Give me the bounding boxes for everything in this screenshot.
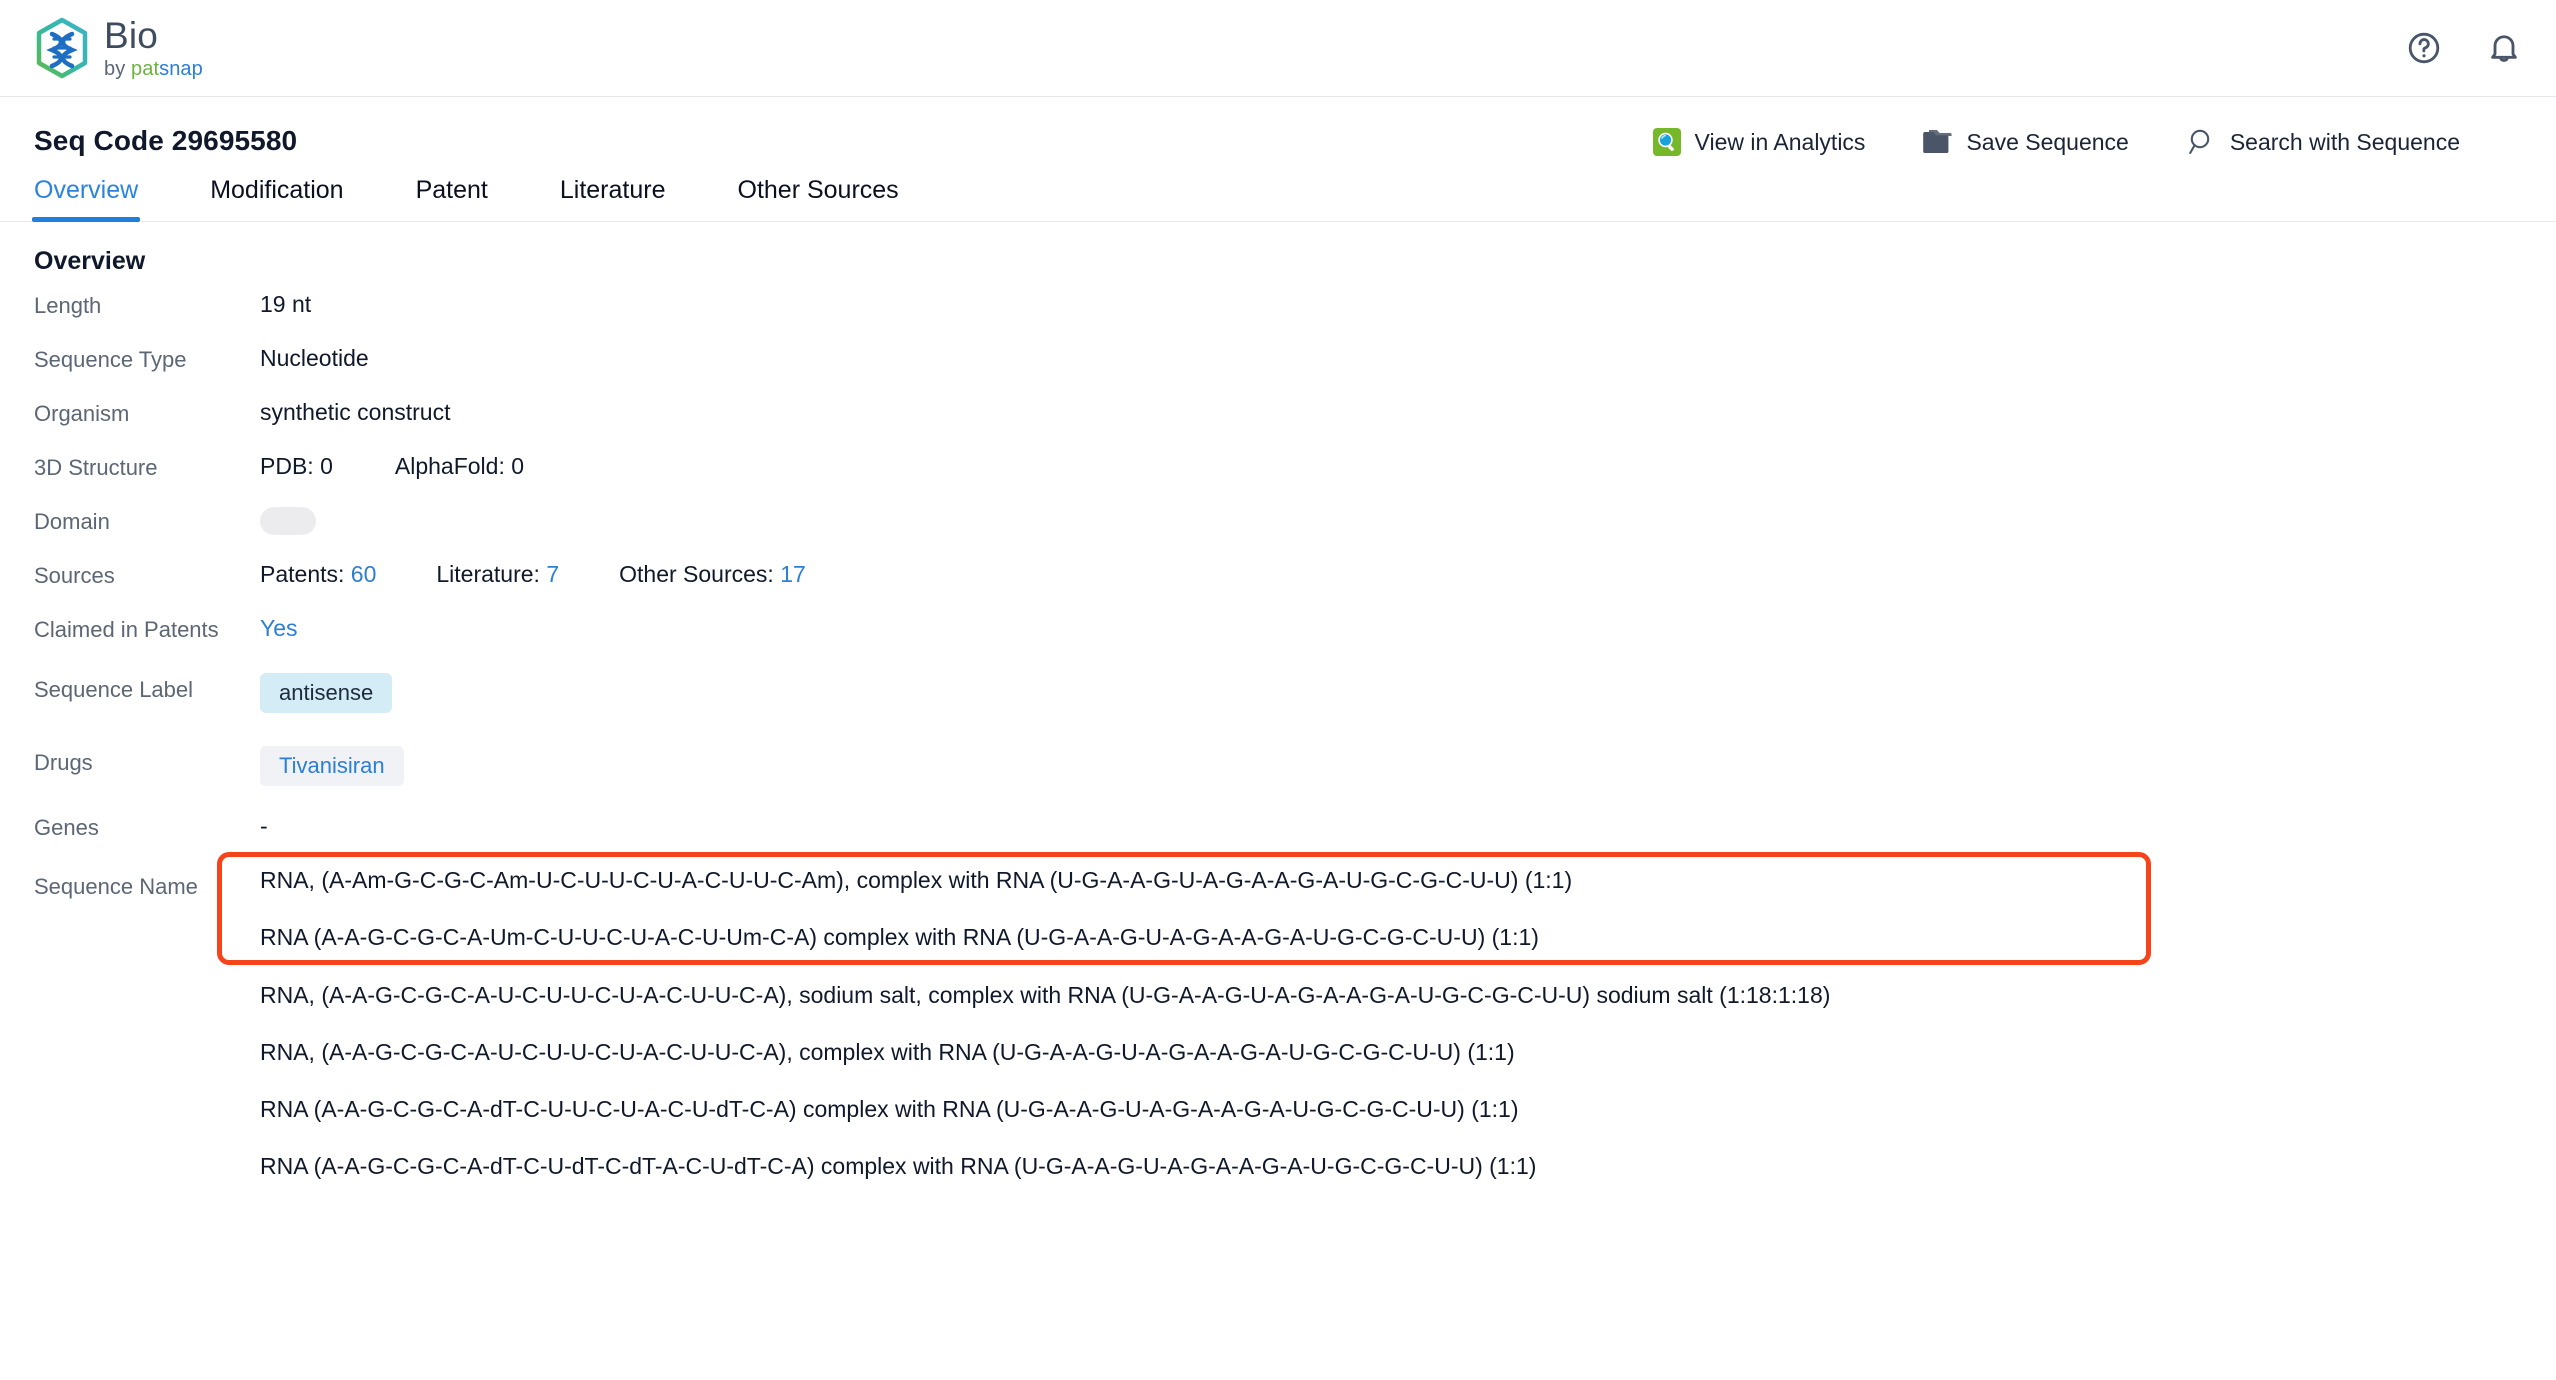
drug-chip-tivanisiran[interactable]: Tivanisiran xyxy=(260,746,404,786)
sequence-name-item: RNA, (A-A-G-C-G-C-A-U-C-U-U-C-U-A-C-U-U-… xyxy=(260,981,1831,1008)
bio-dna-hexagon-icon xyxy=(36,17,88,79)
field-3d-structure-value: PDB: 0 AlphaFold: 0 xyxy=(260,448,524,480)
field-domain-value xyxy=(260,502,316,535)
field-claimed-in-patents: Claimed in Patents Yes xyxy=(34,610,2522,664)
field-genes: Genes - xyxy=(34,808,2522,852)
tab-literature[interactable]: Literature xyxy=(560,176,666,222)
page-title: Seq Code 29695580 xyxy=(34,125,298,156)
alphafold-count: AlphaFold: 0 xyxy=(394,453,525,479)
sequence-name-item: RNA (A-A-G-C-G-C-A-Um-C-U-U-C-U-A-C-U-Um… xyxy=(260,924,1539,951)
field-sequence-type: Sequence Type Nucleotide xyxy=(34,340,2522,394)
field-sources-label: Sources xyxy=(34,563,115,588)
brand-pat-text: pat xyxy=(131,58,160,80)
field-sequence-type-value: Nucleotide xyxy=(260,345,369,371)
sources-patents[interactable]: Patents: 60 xyxy=(260,561,376,588)
pdb-count: PDB: 0 xyxy=(260,453,333,479)
field-sequence-label-label: Sequence Label xyxy=(34,677,194,702)
field-sequence-label-value: antisense xyxy=(260,664,393,713)
field-sequence-name: Sequence Name RNA, (A-Am-G-C-G-C-Am-U-C-… xyxy=(34,852,2522,1196)
sources-literature-count: 7 xyxy=(546,561,560,587)
sequence-name-list: RNA, (A-Am-G-C-G-C-Am-U-C-U-U-C-U-A-C-U-… xyxy=(217,852,2522,1196)
sources-other-count: 17 xyxy=(780,561,806,587)
tab-other-sources[interactable]: Other Sources xyxy=(738,176,899,222)
sequence-label-chip: antisense xyxy=(260,673,393,713)
sequence-name-item: RNA (A-A-G-C-G-C-A-dT-C-U-dT-C-dT-A-C-U-… xyxy=(260,1153,1537,1180)
sources-other[interactable]: Other Sources: 17 xyxy=(619,561,806,588)
field-sources-value: Patents: 60 Literature: 7 Other Sources:… xyxy=(260,556,806,588)
analytics-search-icon xyxy=(1652,127,1682,157)
brand-title: Bio xyxy=(104,15,159,56)
overview-section-title: Overview xyxy=(34,247,146,275)
field-sequence-label: Sequence Label antisense xyxy=(34,664,2522,734)
field-genes-label: Genes xyxy=(34,815,99,840)
field-organism-value: synthetic construct xyxy=(260,399,451,425)
bell-icon[interactable] xyxy=(2486,30,2522,66)
field-organism-label: Organism xyxy=(34,401,130,426)
folder-save-icon xyxy=(1923,128,1953,156)
sources-literature-text: Literature: xyxy=(436,561,540,587)
view-in-analytics-button[interactable]: View in Analytics xyxy=(1652,127,1866,157)
field-sequence-type-label: Sequence Type xyxy=(34,347,187,372)
field-length-value: 19 nt xyxy=(260,291,312,317)
brand-by-text: by xyxy=(104,58,126,80)
field-genes-value: - xyxy=(260,813,268,839)
brand-snap-text: snap xyxy=(159,58,203,80)
sequence-name-item: RNA, (A-Am-G-C-G-C-Am-U-C-U-U-C-U-A-C-U-… xyxy=(260,867,1573,893)
field-length: Length 19 nt xyxy=(34,286,2522,340)
tab-overview[interactable]: Overview xyxy=(31,176,141,222)
field-domain-label: Domain xyxy=(34,509,110,534)
help-circle-icon[interactable] xyxy=(2406,30,2442,66)
tab-modification[interactable]: Modification xyxy=(210,176,343,222)
save-sequence-button[interactable]: Save Sequence xyxy=(1923,128,2129,156)
app-bar-actions xyxy=(2406,30,2556,66)
brand-subtitle: by patsnap xyxy=(104,59,203,79)
field-drugs-label: Drugs xyxy=(34,750,93,775)
field-sources: Sources Patents: 60 Literature: 7 Other … xyxy=(34,556,2522,610)
magnifier-icon xyxy=(2187,127,2217,157)
field-length-label: Length xyxy=(34,293,102,318)
page-actions: View in Analytics Save Sequence Search w… xyxy=(1652,123,2522,157)
sequence-name-item: RNA, (A-A-G-C-G-C-A-U-C-U-U-C-U-A-C-U-U-… xyxy=(260,1038,1515,1065)
brand-logo-area[interactable]: Bio by patsnap xyxy=(0,17,203,79)
search-with-sequence-button[interactable]: Search with Sequence xyxy=(2187,127,2460,157)
overview-panel: Overview Length 19 nt Sequence Type Nucl… xyxy=(0,247,2556,1196)
field-drugs-value: Tivanisiran xyxy=(260,734,404,786)
search-with-sequence-label: Search with Sequence xyxy=(2229,128,2460,155)
field-claimed-label: Claimed in Patents xyxy=(34,617,219,642)
field-3d-structure-label: 3D Structure xyxy=(34,455,158,480)
sources-other-text: Other Sources: xyxy=(619,561,774,587)
page-header: Seq Code 29695580 View in Analytics Save… xyxy=(0,97,2556,157)
field-domain: Domain xyxy=(34,502,2522,556)
app-bar: Bio by patsnap xyxy=(0,0,2556,97)
field-organism: Organism synthetic construct xyxy=(34,394,2522,448)
sources-patents-text: Patents: xyxy=(260,561,345,587)
sequence-name-item: RNA (A-A-G-C-G-C-A-dT-C-U-U-C-U-A-C-U-dT… xyxy=(260,1096,1519,1123)
sources-literature[interactable]: Literature: 7 xyxy=(436,561,559,588)
field-drugs: Drugs Tivanisiran xyxy=(34,734,2522,808)
sources-patents-count: 60 xyxy=(350,561,377,587)
tab-patent[interactable]: Patent xyxy=(416,176,488,222)
field-claimed-value[interactable]: Yes xyxy=(260,610,298,642)
field-3d-structure: 3D Structure PDB: 0 AlphaFold: 0 xyxy=(34,448,2522,502)
tab-bar: Overview Modification Patent Literature … xyxy=(0,175,2556,222)
field-sequence-name-label: Sequence Name xyxy=(34,874,198,899)
domain-empty-chip xyxy=(260,507,316,535)
view-in-analytics-label: View in Analytics xyxy=(1694,128,1866,155)
save-sequence-label: Save Sequence xyxy=(1966,128,2129,155)
